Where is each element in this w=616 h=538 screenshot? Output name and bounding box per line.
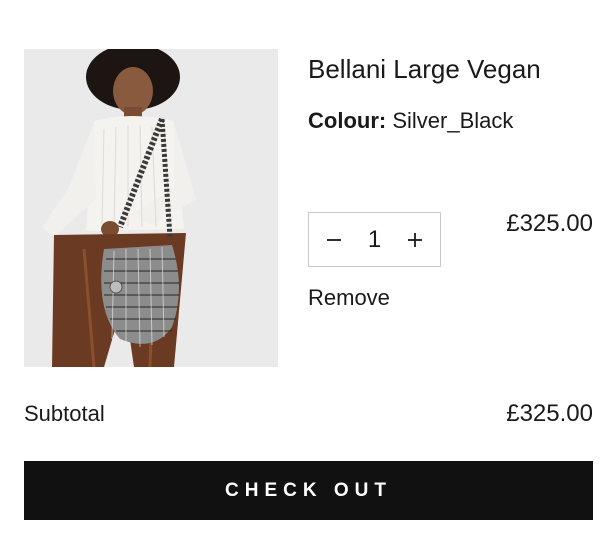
product-title[interactable]: Bellani Large Vegan <box>308 54 541 85</box>
colour-value: Silver_Black <box>392 108 514 133</box>
item-price: £325.00 <box>506 210 593 237</box>
quantity-value[interactable]: 1 <box>368 226 381 254</box>
increment-button[interactable] <box>402 227 428 253</box>
colour-info: Colour: Silver_Black <box>308 108 513 134</box>
plus-icon <box>407 232 422 247</box>
subtotal-label: Subtotal <box>24 401 105 426</box>
quantity-stepper: 1 <box>308 212 441 267</box>
subtotal-value: £325.00 <box>506 400 593 427</box>
minus-icon <box>327 238 341 241</box>
decrement-button[interactable] <box>321 227 347 253</box>
colour-label: Colour: <box>308 108 387 133</box>
checkout-button[interactable]: CHECK OUT <box>24 461 593 520</box>
product-photo-icon <box>24 49 278 367</box>
remove-button[interactable]: Remove <box>308 285 390 311</box>
product-image[interactable] <box>24 49 278 367</box>
